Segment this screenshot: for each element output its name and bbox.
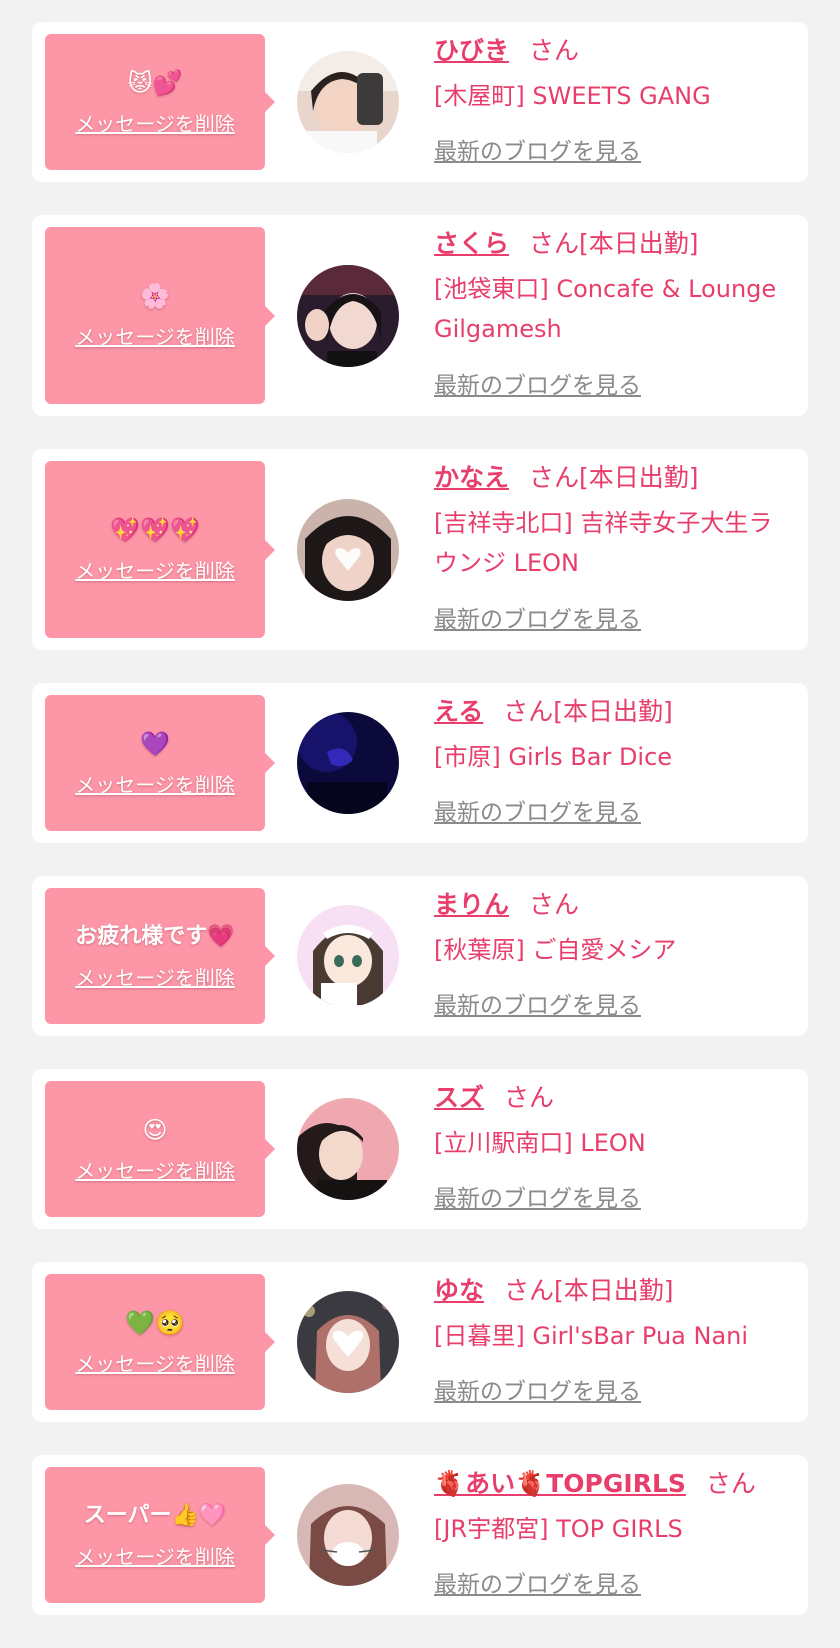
avatar[interactable] [297,498,399,601]
san-suffix: さん [529,463,580,492]
delete-message-link[interactable]: メッセージを削除 [75,1541,235,1570]
avatar[interactable] [297,712,399,814]
san-suffix: さん [705,1469,756,1498]
message-text: 💖💖💖 [110,516,200,544]
message-bubble: スーパー👍🩷 メッセージを削除 [45,1467,275,1603]
avatar[interactable] [297,51,399,153]
cast-info: ひびき さん [木屋町] SWEETS GANG [434,34,788,116]
san-suffix: さん [503,697,554,726]
message-bubble: 💜 メッセージを削除 [45,695,275,831]
cast-info: まりん さん [秋葉原] ご自愛メシア [434,888,788,970]
avatar[interactable] [297,1098,399,1200]
delete-message-link[interactable]: メッセージを削除 [75,962,235,991]
status-badge: [本日出勤] [554,1276,674,1305]
cast-info: さくら さん[本日出勤] [池袋東口] Concafe & Lounge Gilg… [434,227,788,349]
cast-name-link[interactable]: スズ [434,1083,484,1112]
latest-blog-link[interactable]: 最新のブログを見る [434,132,641,166]
message-text: 🌸 [140,282,170,310]
cast-info: える さん[本日出勤] [市原] Girls Bar Dice [434,695,788,777]
cast-name-link[interactable]: かなえ [434,463,509,492]
san-suffix: さん [529,229,580,258]
shop-name: [吉祥寺北口] 吉祥寺女子大生ラウンジ LEON [434,509,773,577]
latest-blog-link[interactable]: 最新のブログを見る [434,366,641,400]
message-text: 😍 [142,1115,168,1144]
status-badge: [本日出勤] [579,463,699,492]
status-badge: [本日出勤] [553,697,673,726]
shop-name: [JR宇都宮] TOP GIRLS [434,1515,683,1543]
san-suffix: さん [504,1276,555,1305]
shop-name: [秋葉原] ご自愛メシア [434,936,677,964]
cast-info: かなえ さん[本日出勤] [吉祥寺北口] 吉祥寺女子大生ラウンジ LEON [434,461,788,583]
message-text: 😾💕 [127,68,183,97]
message-card: 😍 メッセージを削除 スズ さん [立川駅南口] LEON 最新のブログを見る [32,1069,808,1229]
delete-message-link[interactable]: メッセージを削除 [75,108,235,137]
cast-name-link[interactable]: える [434,697,483,726]
message-list: 😾💕 メッセージを削除 ひびき さん [木屋町] SWEETS GANG 最新のブ… [32,22,808,1648]
message-card: スーパー👍🩷 メッセージを削除 🫀あい🫀TOPGIRLS さん [JR宇都宮] T… [32,1455,808,1615]
message-card: 💚🥺 メッセージを削除 ゆな さん[本日出勤] [日暮里] Girl'sBar P… [32,1262,808,1422]
shop-name: [市原] Girls Bar Dice [434,743,673,771]
delete-message-link[interactable]: メッセージを削除 [75,1348,235,1377]
latest-blog-link[interactable]: 最新のブログを見る [434,1179,641,1213]
shop-name: [池袋東口] Concafe & Lounge Gilgamesh [434,275,777,343]
cast-info: 🫀あい🫀TOPGIRLS さん [JR宇都宮] TOP GIRLS [434,1467,788,1549]
delete-message-link[interactable]: メッセージを削除 [75,321,235,350]
avatar[interactable] [297,264,399,367]
latest-blog-link[interactable]: 最新のブログを見る [434,1372,641,1406]
san-suffix: さん [529,36,580,65]
latest-blog-link[interactable]: 最新のブログを見る [434,600,641,634]
cast-name-link[interactable]: さくら [434,229,509,258]
message-bubble: 💖💖💖 メッセージを削除 [45,461,275,638]
latest-blog-link[interactable]: 最新のブログを見る [434,793,641,827]
shop-name: [日暮里] Girl'sBar Pua Nani [434,1322,749,1350]
cast-name-link[interactable]: ひびき [434,36,509,65]
message-text: スーパー👍🩷 [83,1502,227,1528]
delete-message-link[interactable]: メッセージを削除 [75,555,235,584]
cast-info: ゆな さん[本日出勤] [日暮里] Girl'sBar Pua Nani [434,1274,788,1356]
message-card: 😾💕 メッセージを削除 ひびき さん [木屋町] SWEETS GANG 最新のブ… [32,22,808,182]
san-suffix: さん [504,1083,555,1112]
cast-info: スズ さん [立川駅南口] LEON [434,1081,788,1163]
cast-name-link[interactable]: 🫀あい🫀TOPGIRLS [434,1469,686,1498]
delete-message-link[interactable]: メッセージを削除 [75,769,235,798]
message-bubble: 💚🥺 メッセージを削除 [45,1274,275,1410]
message-card: 🌸 メッセージを削除 さくら さん[本日出勤] [池袋東口] Concafe & … [32,215,808,416]
status-badge: [本日出勤] [579,229,699,258]
message-text: 💚🥺 [125,1308,185,1337]
san-suffix: さん [529,890,580,919]
latest-blog-link[interactable]: 最新のブログを見る [434,1565,641,1599]
avatar[interactable] [297,1291,399,1393]
shop-name: [立川駅南口] LEON [434,1129,646,1157]
shop-name: [木屋町] SWEETS GANG [434,82,711,110]
delete-message-link[interactable]: メッセージを削除 [75,1155,235,1184]
message-card: 💖💖💖 メッセージを削除 かなえ さん[本日出勤] [吉祥寺北口] 吉祥寺女子大生… [32,449,808,650]
message-bubble: 😾💕 メッセージを削除 [45,34,275,170]
message-card: お疲れ様です💗 メッセージを削除 まりん さん [秋葉原] ご自愛メシア 最新のブ… [32,876,808,1036]
cast-name-link[interactable]: ゆな [434,1276,484,1305]
message-bubble: 🌸 メッセージを削除 [45,227,275,404]
message-bubble: 😍 メッセージを削除 [45,1081,275,1217]
avatar[interactable] [297,905,399,1007]
avatar[interactable] [297,1484,399,1586]
latest-blog-link[interactable]: 最新のブログを見る [434,986,641,1020]
message-bubble: お疲れ様です💗 メッセージを削除 [45,888,275,1024]
cast-name-link[interactable]: まりん [434,890,509,919]
message-text: お疲れ様です💗 [75,923,235,949]
message-text: 💜 [140,729,170,758]
message-card: 💜 メッセージを削除 える さん[本日出勤] [市原] Girls Bar Dic… [32,683,808,843]
